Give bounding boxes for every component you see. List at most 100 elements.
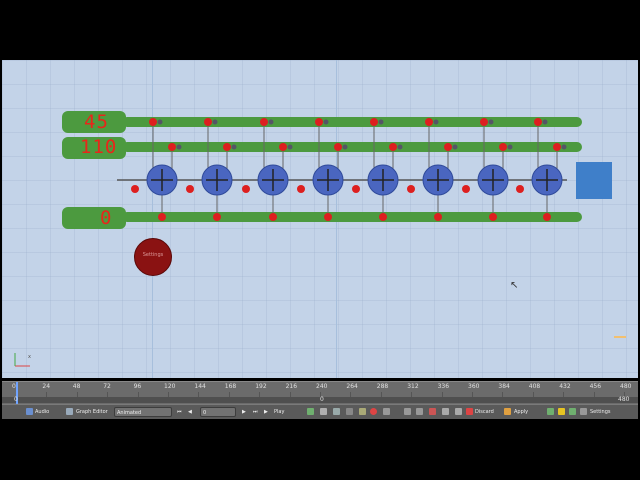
bead-middle (223, 143, 231, 151)
axis-gizmo-icon: x (14, 353, 31, 367)
filter-icon[interactable] (333, 408, 340, 415)
discard-button[interactable]: Discard (475, 407, 494, 417)
timeline-tick-label: 168 (224, 383, 237, 390)
insert-key-icon[interactable] (404, 408, 411, 415)
bead-bottom (434, 213, 442, 221)
timeline[interactable]: 0 24 48 72 96 120 144 168 192 216 240 264 288 312 336 3… (2, 381, 638, 404)
bead-axle (131, 185, 139, 193)
discard-icon[interactable] (466, 408, 473, 415)
bead-middle (499, 143, 507, 151)
bead-axle (462, 185, 470, 193)
settings-sphere-label: Settings (142, 252, 164, 258)
delete-key-icon[interactable] (416, 408, 423, 415)
pin-top (212, 119, 218, 125)
mode-select[interactable]: Animated (114, 407, 172, 417)
graph-editor-icon[interactable] (66, 408, 73, 415)
bead-axle (297, 185, 305, 193)
pin-top (433, 119, 439, 125)
pin-middle (287, 144, 293, 150)
play-button[interactable]: Play (274, 407, 284, 417)
bead-middle (553, 143, 561, 151)
pin-middle (452, 144, 458, 150)
play-icon[interactable]: ▶ (264, 407, 268, 417)
bead-bottom (158, 213, 166, 221)
prefs-icon[interactable] (580, 408, 587, 415)
bead-top (480, 118, 488, 126)
timeline-tick-label: 144 (194, 383, 206, 390)
timeline-tick-label: 120 (164, 383, 176, 390)
bead-bottom (213, 213, 221, 221)
frame-mid-label: 0 (320, 396, 324, 403)
bead-top (534, 118, 542, 126)
settings-menu[interactable]: Settings (590, 407, 611, 417)
record-icon[interactable] (370, 408, 377, 415)
bead-bottom (543, 213, 551, 221)
timeline-tick-label: 408 (528, 383, 541, 390)
bead-bottom (269, 213, 277, 221)
step-forward-icon[interactable]: ▶ (242, 407, 246, 417)
settings-sphere-button[interactable]: Settings (134, 238, 172, 276)
jump-end-icon[interactable]: ⏭ (253, 407, 258, 417)
bead-top (149, 118, 157, 126)
apply-button[interactable]: Apply (514, 407, 528, 417)
display-bottom: 0 (100, 207, 113, 229)
bead-top (260, 118, 268, 126)
frame-field[interactable]: 0 (200, 407, 236, 417)
graph-editor-menu[interactable]: Graph Editor (76, 407, 108, 417)
action-icon[interactable] (442, 408, 449, 415)
3d-viewport[interactable]: 45 110 0 Settings ↖ x (2, 60, 638, 378)
pin-middle (176, 144, 182, 150)
blue-cube[interactable] (576, 162, 612, 199)
pin-top (157, 119, 163, 125)
timeline-tick-label: 360 (468, 383, 480, 390)
timeline-tick-label: 240 (316, 383, 328, 390)
key-type-icon[interactable] (346, 408, 353, 415)
pin-middle (561, 144, 567, 150)
speaker-icon[interactable] (26, 408, 33, 415)
timeline-tick-label: 192 (255, 383, 267, 390)
pin-top (542, 119, 548, 125)
rail-top (122, 117, 582, 127)
jump-start-icon[interactable]: ⏮ (177, 407, 182, 417)
bead-axle (407, 185, 415, 193)
bead-middle (389, 143, 397, 151)
bead-middle (168, 143, 176, 151)
apply-icon[interactable] (504, 408, 511, 415)
keyframe-icon[interactable] (320, 408, 327, 415)
timeline-tick-label: 24 (42, 383, 51, 390)
bead-axle (516, 185, 524, 193)
timeline-tick-label: 264 (346, 383, 358, 390)
rail-bottom (122, 212, 582, 222)
tool-icon[interactable] (455, 408, 462, 415)
bead-bottom (324, 213, 332, 221)
orange-marker (614, 336, 626, 338)
bead-bottom (489, 213, 497, 221)
timeline-tick-label: 312 (407, 383, 419, 390)
bead-top (370, 118, 378, 126)
layer-toggle-icon[interactable] (569, 408, 576, 415)
step-back-icon[interactable]: ◀ (188, 407, 192, 417)
range-end-label: 480 (618, 396, 630, 403)
pin-middle (507, 144, 513, 150)
bead-middle (444, 143, 452, 151)
svg-text:x: x (28, 354, 31, 360)
key-previous-icon[interactable] (359, 408, 366, 415)
highlight-icon[interactable] (558, 408, 565, 415)
timeline-tick-label: 480 (620, 383, 632, 390)
timeline-tick-label: 48 (72, 383, 81, 390)
bead-middle (334, 143, 342, 151)
bead-middle (279, 143, 287, 151)
layer-icon[interactable] (547, 408, 554, 415)
range-start-label: 0 (14, 396, 18, 403)
mouse-cursor-icon: ↖ (510, 280, 519, 291)
audio-menu[interactable]: Audio (35, 407, 49, 417)
bead-top (425, 118, 433, 126)
action-red-icon[interactable] (429, 408, 436, 415)
timeline-tick-label: 216 (285, 383, 298, 390)
timeline-tick-label: 288 (376, 383, 389, 390)
display-middle: 110 (80, 136, 118, 158)
rig-diagram (62, 111, 582, 229)
lock-icon[interactable] (307, 408, 314, 415)
pin-middle (231, 144, 237, 150)
keyingset-icon[interactable] (383, 408, 390, 415)
